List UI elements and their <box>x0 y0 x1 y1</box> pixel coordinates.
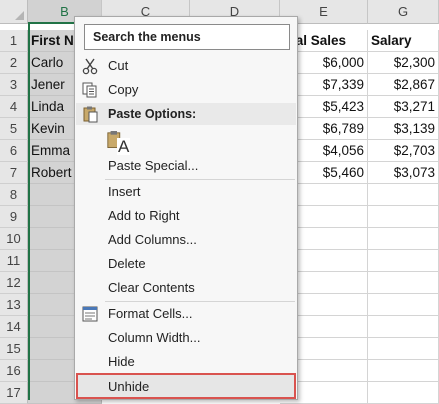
row-header[interactable]: 11 <box>0 250 28 272</box>
row-header[interactable]: 17 <box>0 382 28 404</box>
paste-icon-letter: A <box>117 137 131 156</box>
row-header[interactable]: 16 <box>0 360 28 382</box>
scissors-icon <box>82 58 98 75</box>
menu-item-cut-label: Cut <box>108 58 129 73</box>
menu-item-format-cells[interactable]: Format Cells... <box>76 302 296 326</box>
cell-empty[interactable] <box>368 206 439 228</box>
row-header[interactable]: 4 <box>0 96 28 118</box>
context-menu: Search the menus Cut Copy Paste Options: <box>74 16 298 400</box>
row-header[interactable]: 12 <box>0 272 28 294</box>
row-header[interactable]: 13 <box>0 294 28 316</box>
menu-item-add-to-right-label: Add to Right <box>108 208 180 223</box>
row-header[interactable]: 3 <box>0 74 28 96</box>
row-header[interactable]: 14 <box>0 316 28 338</box>
menu-item-add-columns[interactable]: Add Columns... <box>76 228 296 252</box>
row-header[interactable]: 6 <box>0 140 28 162</box>
menu-item-hide[interactable]: Hide <box>76 350 296 374</box>
row-header[interactable]: 5 <box>0 118 28 140</box>
menu-item-add-columns-label: Add Columns... <box>108 232 197 247</box>
menu-item-format-cells-label: Format Cells... <box>108 306 193 321</box>
menu-item-insert[interactable]: Insert <box>76 180 296 204</box>
menu-item-insert-label: Insert <box>108 184 141 199</box>
menu-item-unhide-label: Unhide <box>108 379 150 394</box>
menu-item-paste-special[interactable]: Paste Special... <box>76 154 296 178</box>
row-header[interactable]: 8 <box>0 184 28 206</box>
menu-item-copy-label: Copy <box>108 82 139 97</box>
menu-item-delete[interactable]: Delete <box>76 252 296 276</box>
cell-empty[interactable] <box>368 338 439 360</box>
menu-item-column-width-label: Column Width... <box>108 330 201 345</box>
menu-item-clear-contents-label: Clear Contents <box>108 280 195 295</box>
cell-empty[interactable] <box>368 272 439 294</box>
cell-salary[interactable]: $2,703 <box>368 140 439 162</box>
clipboard-icon <box>83 106 98 123</box>
cell-salary[interactable]: $3,139 <box>368 118 439 140</box>
row-header[interactable]: 1 <box>0 30 28 52</box>
column-header-g[interactable]: G <box>368 0 439 24</box>
cell-empty[interactable] <box>368 382 439 404</box>
cell-salary[interactable]: $2,867 <box>368 74 439 96</box>
menu-item-clear-contents[interactable]: Clear Contents <box>76 276 296 300</box>
menu-item-paste-special-label: Paste Special... <box>108 158 199 173</box>
copy-icon <box>82 82 97 98</box>
menu-item-hide-label: Hide <box>108 354 135 369</box>
format-cells-icon <box>82 306 98 322</box>
row-header[interactable]: 15 <box>0 338 28 360</box>
cell-salary[interactable]: $3,271 <box>368 96 439 118</box>
cell-empty[interactable] <box>368 184 439 206</box>
menu-item-delete-label: Delete <box>108 256 146 271</box>
select-all-corner[interactable] <box>0 0 28 24</box>
cell-empty[interactable] <box>368 228 439 250</box>
paste-options-section: Paste Options: <box>76 103 296 125</box>
menu-item-copy[interactable]: Copy <box>76 78 296 102</box>
menu-item-add-to-right[interactable]: Add to Right <box>76 204 296 228</box>
cell-empty[interactable] <box>368 294 439 316</box>
cell-salary[interactable]: $3,073 <box>368 162 439 184</box>
row-header[interactable]: 9 <box>0 206 28 228</box>
cell-empty[interactable] <box>368 250 439 272</box>
menu-item-column-width[interactable]: Column Width... <box>76 326 296 350</box>
menu-search-input[interactable]: Search the menus <box>84 24 290 50</box>
cell-empty[interactable] <box>368 316 439 338</box>
cell-salary[interactable]: $2,300 <box>368 52 439 74</box>
cell-header-salary[interactable]: Salary <box>368 30 439 52</box>
row-header[interactable]: 2 <box>0 52 28 74</box>
row-header[interactable]: 7 <box>0 162 28 184</box>
paste-options-label: Paste Options: <box>108 107 197 121</box>
menu-item-cut[interactable]: Cut <box>76 54 296 78</box>
menu-item-unhide[interactable]: Unhide <box>76 373 296 399</box>
cell-empty[interactable] <box>368 360 439 382</box>
row-header[interactable]: 10 <box>0 228 28 250</box>
